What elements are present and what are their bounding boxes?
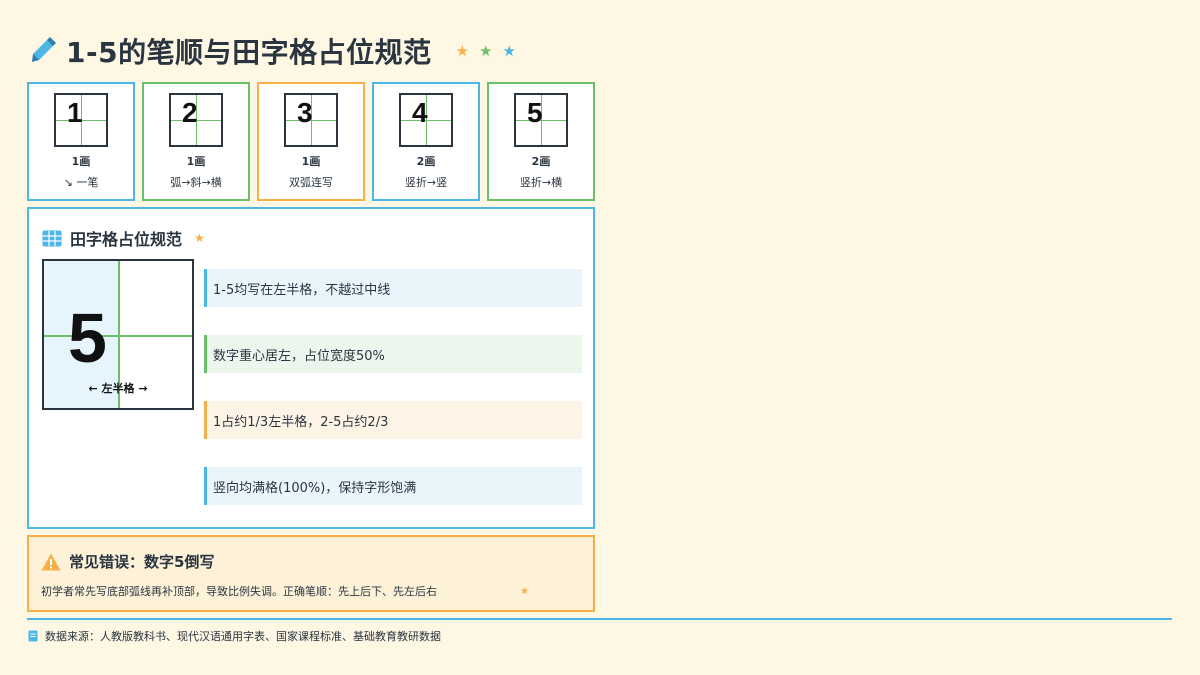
stroke-count: 1画 <box>71 155 91 168</box>
placement-rules: 1-5均写在左半格，不越过中线 数字重心居左，占位宽度50% 1占约1/3左半格… <box>204 269 582 533</box>
stroke-order: 双弧连写 <box>289 176 333 189</box>
warning-title: 常见错误：数字5倒写 <box>69 553 215 571</box>
title-row: 1-5的笔顺与田字格占位规范 ★ ★ ★ <box>28 30 516 72</box>
stroke-count: 1画 <box>186 155 206 168</box>
stroke-count: 2画 <box>531 155 551 168</box>
stroke-order: 弧→斜→横 <box>170 176 222 189</box>
digit-card-1: 1 1画 ↘ 一笔 <box>27 82 135 201</box>
warning-box: 常见错误：数字5倒写 初学者常先写底部弧线再补顶部，导致比例失调。正确笔顺：先上… <box>27 535 595 612</box>
footer-divider <box>27 618 1172 620</box>
star-icon: ★ <box>194 231 205 245</box>
warning-text: 初学者常先写底部弧线再补顶部，导致比例失调。正确笔顺：先上后下、先左后右 <box>41 585 437 598</box>
stroke-order: ↘ 一笔 <box>63 176 99 189</box>
digit-card-2: 2 1画 弧→斜→横 <box>142 82 250 201</box>
digit: 5 <box>527 97 543 128</box>
title-stars: ★ ★ ★ <box>456 42 516 60</box>
digit-card-3: 3 1画 双弧连写 <box>257 82 365 201</box>
example-digit: 5 <box>68 299 107 377</box>
digit: 4 <box>412 97 428 128</box>
rule-item: 数字重心居左，占位宽度50% <box>204 335 582 373</box>
digit: 1 <box>67 97 83 128</box>
book-icon <box>28 630 38 642</box>
page-title: 1-5的笔顺与田字格占位规范 <box>66 36 432 69</box>
left-half-label: ← 左半格 → <box>88 382 148 395</box>
star-icon: ★ <box>520 586 529 597</box>
tianzi-grid: 5 <box>514 93 568 147</box>
digit-card-5: 5 2画 竖折→横 <box>487 82 595 201</box>
digit: 3 <box>297 97 313 128</box>
tianzi-grid: 3 <box>284 93 338 147</box>
star-icon: ★ <box>502 42 516 60</box>
rule-item: 1-5均写在左半格，不越过中线 <box>204 269 582 307</box>
panel-title: 田字格占位规范 <box>70 230 183 249</box>
data-source: 数据来源：人教版教科书、现代汉语通用字表、国家课程标准、基础教育教研数据 <box>45 630 441 643</box>
digit: 2 <box>182 97 198 128</box>
warning-header: 常见错误：数字5倒写 <box>41 551 214 572</box>
tianzi-grid: 4 <box>399 93 453 147</box>
example-tianzi-grid: 5 ← 左半格 → <box>42 259 194 410</box>
rule-item: 1占约1/3左半格，2-5占约2/3 <box>204 401 582 439</box>
tianzi-grid: 1 <box>54 93 108 147</box>
panel-header: 田字格占位规范 ★ <box>42 226 205 250</box>
tianzi-grid: 2 <box>169 93 223 147</box>
warning-icon <box>41 553 61 570</box>
stroke-order: 竖折→横 <box>519 176 563 189</box>
placement-panel: 田字格占位规范 ★ 5 ← 左半格 → 1-5均写在左半格，不越过中线 数字重心… <box>27 207 595 529</box>
footer: 数据来源：人教版教科书、现代汉语通用字表、国家课程标准、基础教育教研数据 <box>28 628 441 644</box>
stroke-count: 2画 <box>416 155 436 168</box>
stroke-count: 1画 <box>301 155 321 168</box>
stroke-order: 竖折→竖 <box>404 176 448 189</box>
grid-icon <box>42 230 62 246</box>
pen-icon <box>32 37 56 62</box>
digit-card-4: 4 2画 竖折→竖 <box>372 82 480 201</box>
star-icon: ★ <box>455 42 470 60</box>
digit-cards: 1 1画 ↘ 一笔 2 1画 弧→斜→横 3 1画 双弧连写 4 2画 竖折→竖… <box>27 82 595 201</box>
star-icon: ★ <box>479 42 493 60</box>
rule-item: 竖向均满格(100%)，保持字形饱满 <box>204 467 582 505</box>
